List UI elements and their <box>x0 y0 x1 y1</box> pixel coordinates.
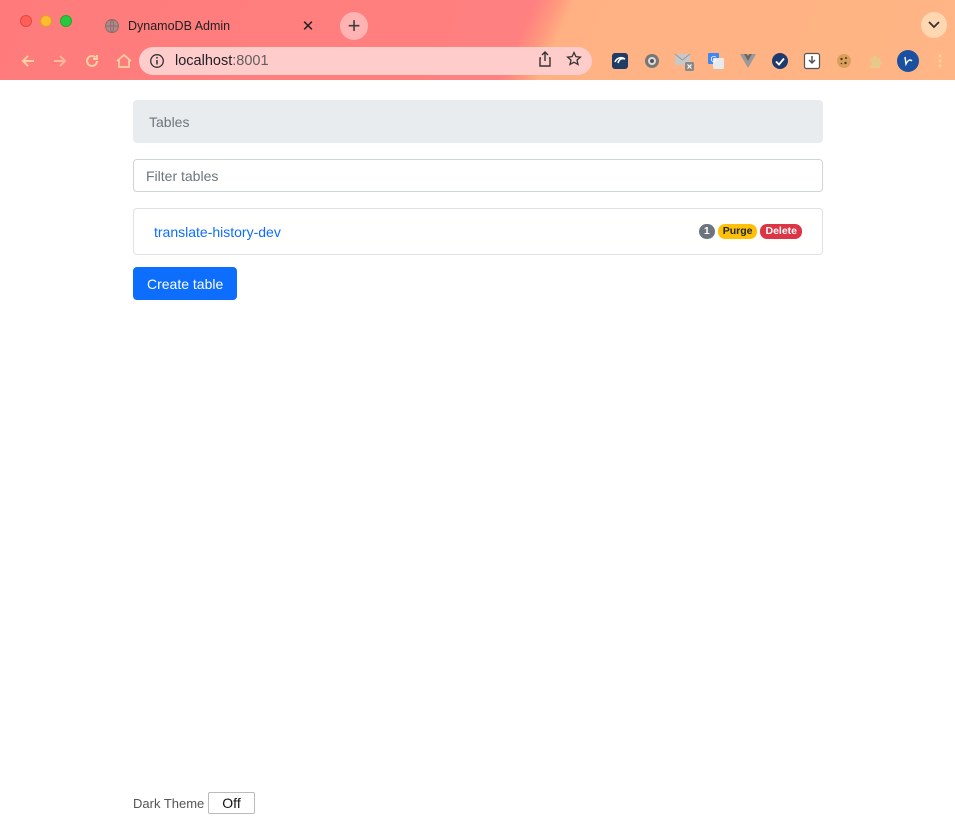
extension-translate-icon[interactable]: G <box>700 50 732 72</box>
minimize-window-button[interactable] <box>40 15 52 27</box>
table-link[interactable]: translate-history-dev <box>154 224 281 240</box>
extension-cookie-icon[interactable] <box>828 50 860 72</box>
purge-button[interactable]: Purge <box>717 224 758 239</box>
bookmark-star-icon[interactable] <box>566 50 582 72</box>
address-bar-actions <box>538 50 582 72</box>
filter-tables-input[interactable] <box>133 159 823 192</box>
create-table-button[interactable]: Create table <box>133 267 238 300</box>
browser-tab-active[interactable]: DynamoDB Admin ✕ <box>90 8 330 44</box>
table-badges: 1 Purge Delete <box>698 224 802 239</box>
url-host: localhost <box>175 53 233 69</box>
extension-vue-icon[interactable] <box>732 50 764 72</box>
tab-title: DynamoDB Admin <box>128 19 231 33</box>
footer: Dark Theme Off <box>133 792 255 814</box>
globe-icon <box>104 18 120 34</box>
url-port: :8001 <box>232 53 269 69</box>
url-text: localhost:8001 <box>175 53 538 69</box>
home-icon[interactable] <box>108 52 140 70</box>
close-window-button[interactable] <box>20 15 32 27</box>
browser-chrome: DynamoDB Admin ✕ + localhost:8001 G <box>0 0 955 80</box>
table-list: translate-history-dev 1 Purge Delete <box>133 208 823 255</box>
share-icon[interactable] <box>538 50 552 72</box>
info-icon[interactable] <box>149 53 165 69</box>
navigation-buttons <box>12 52 140 70</box>
back-icon[interactable] <box>12 52 44 70</box>
chevron-down-icon <box>928 21 940 29</box>
forward-icon[interactable] <box>44 52 76 70</box>
extension-wave-icon[interactable] <box>604 50 636 72</box>
extension-mail-icon[interactable] <box>668 50 700 72</box>
dark-theme-toggle[interactable]: Off <box>208 792 255 814</box>
profile-avatar-icon[interactable] <box>892 50 924 72</box>
dark-theme-label: Dark Theme <box>133 795 205 811</box>
tab-search-button[interactable] <box>921 12 947 38</box>
main-content: Tables translate-history-dev 1 Purge Del… <box>133 80 823 300</box>
maximize-window-button[interactable] <box>60 15 72 27</box>
address-bar[interactable]: localhost:8001 <box>139 47 592 75</box>
delete-button[interactable]: Delete <box>760 224 802 239</box>
reload-icon[interactable] <box>76 52 108 70</box>
extension-gear-icon[interactable] <box>636 50 668 72</box>
table-row: translate-history-dev 1 Purge Delete <box>134 209 822 254</box>
extensions-toolbar: G <box>604 50 955 72</box>
extension-download-icon[interactable] <box>796 50 828 72</box>
window-controls <box>20 15 72 27</box>
breadcrumb: Tables <box>133 100 823 143</box>
svg-text:G: G <box>711 55 717 64</box>
extensions-puzzle-icon[interactable] <box>860 50 892 72</box>
item-count-badge: 1 <box>698 224 715 239</box>
menu-kebab-icon[interactable] <box>924 50 955 72</box>
new-tab-button[interactable]: + <box>340 12 368 40</box>
breadcrumb-item-tables: Tables <box>149 113 190 130</box>
extension-check-icon[interactable] <box>764 50 796 72</box>
tab-close-icon[interactable]: ✕ <box>300 19 316 34</box>
